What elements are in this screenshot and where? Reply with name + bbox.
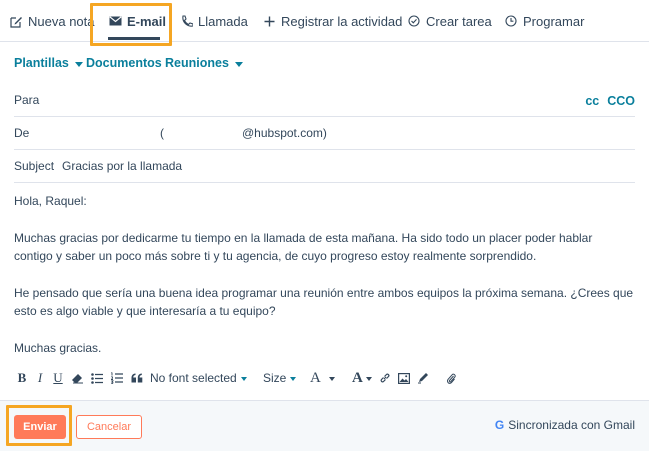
font-select-value: No font selected xyxy=(150,371,237,385)
check-circle-icon xyxy=(406,13,422,29)
send-button[interactable]: Enviar xyxy=(14,415,66,439)
tab-label: Programar xyxy=(523,13,585,29)
envelope-icon xyxy=(108,13,123,29)
chevron-down-icon xyxy=(234,61,243,67)
email-subbar: Plantillas Documentos Reuniones xyxy=(0,50,649,78)
clear-formatting-button[interactable] xyxy=(416,368,430,388)
documents-link[interactable]: Documentos xyxy=(86,56,162,70)
email-greeting: Hola, Raquel: xyxy=(14,194,87,208)
font-family-button[interactable]: A xyxy=(310,368,335,388)
email-paragraph: Muchas gracias por dedicarme tu tiempo e… xyxy=(14,231,593,263)
plus-icon xyxy=(261,13,277,29)
blockquote-button[interactable] xyxy=(130,368,144,388)
bullet-list-button[interactable] xyxy=(90,368,104,388)
attach-file-button[interactable] xyxy=(444,368,458,388)
eraser-icon xyxy=(71,373,84,384)
subject-input[interactable]: Gracias por la llamada xyxy=(62,159,182,173)
cancel-button[interactable]: Cancelar xyxy=(76,415,142,439)
text-color-glyph: A xyxy=(352,369,363,386)
tab-create-task[interactable]: Crear tarea xyxy=(406,0,492,42)
underline-button[interactable]: U xyxy=(52,368,64,388)
tab-email[interactable]: E-mail xyxy=(102,0,166,42)
size-select[interactable]: Size xyxy=(263,368,297,388)
bullet-list-icon xyxy=(90,372,104,384)
tab-new-note[interactable]: Nueva nota xyxy=(8,0,95,42)
link-icon xyxy=(379,372,391,384)
from-label: De xyxy=(14,126,30,140)
size-select-value: Size xyxy=(263,371,287,385)
font-color-glyph: A xyxy=(310,369,321,386)
chevron-down-icon xyxy=(365,376,372,381)
active-tab-indicator xyxy=(108,37,160,40)
image-icon xyxy=(398,372,410,384)
chevron-down-icon xyxy=(290,376,297,381)
cc-link[interactable]: cc xyxy=(585,94,599,108)
from-open-paren: ( xyxy=(160,126,164,140)
font-select[interactable]: No font selected xyxy=(150,368,247,388)
tab-log-activity[interactable]: Registrar la actividad xyxy=(261,0,402,42)
to-field[interactable]: Para cc CCO xyxy=(14,84,635,117)
cc-bcc-links: cc CCO xyxy=(585,84,635,117)
numbered-list-button[interactable] xyxy=(110,368,124,388)
phone-icon xyxy=(178,13,194,29)
chevron-down-icon xyxy=(328,376,335,381)
bcc-link[interactable]: CCO xyxy=(607,94,635,108)
insert-image-button[interactable] xyxy=(397,368,411,388)
chevron-down-icon xyxy=(240,376,247,381)
formatting-toolbar: B I U No font selected Size A A xyxy=(14,368,484,388)
meetings-label: Reuniones xyxy=(165,56,229,70)
gmail-sync-label: Sincronizada con Gmail xyxy=(508,418,635,432)
to-label: Para xyxy=(14,93,40,107)
templates-label: Plantillas xyxy=(14,56,69,70)
tab-label: Registrar la actividad xyxy=(281,13,403,29)
subject-field[interactable]: Subject Gracias por la llamada xyxy=(14,150,635,183)
from-email: @hubspot.com) xyxy=(242,126,327,140)
email-paragraph: He pensado que sería una buena idea prog… xyxy=(14,286,634,318)
gmail-sync-status: G Sincronizada con Gmail xyxy=(495,418,635,432)
templates-dropdown[interactable]: Plantillas xyxy=(14,56,83,70)
chevron-down-icon xyxy=(74,61,83,67)
subject-label: Subject xyxy=(14,159,55,173)
email-closing: Muchas gracias. xyxy=(14,341,102,355)
strikethrough-button[interactable] xyxy=(70,368,84,388)
tab-label: Llamada xyxy=(198,13,248,29)
tab-schedule[interactable]: Programar xyxy=(503,0,584,42)
tab-label: E-mail xyxy=(126,13,166,29)
numbered-list-icon xyxy=(110,372,124,384)
text-color-button[interactable]: A xyxy=(352,368,372,388)
tab-label: Crear tarea xyxy=(426,13,492,29)
activity-tabs: Nueva nota E-mail Llamada Registrar la a… xyxy=(0,0,649,42)
quote-icon xyxy=(131,373,143,383)
from-field[interactable]: De ( @hubspot.com) xyxy=(14,117,635,150)
insert-link-button[interactable] xyxy=(378,368,392,388)
edit-icon xyxy=(8,13,24,29)
italic-button[interactable]: I xyxy=(34,368,46,388)
meetings-dropdown[interactable]: Reuniones xyxy=(165,56,243,70)
google-logo-icon: G xyxy=(494,418,505,432)
pen-icon xyxy=(417,372,429,384)
email-body-editor[interactable]: Hola, Raquel: Muchas gracias por dedicar… xyxy=(14,192,634,357)
tab-call[interactable]: Llamada xyxy=(178,0,248,42)
clock-icon xyxy=(503,13,519,29)
composer-footer: Enviar Cancelar G Sincronizada con Gmail xyxy=(0,400,649,451)
paperclip-icon xyxy=(446,372,456,385)
tab-label: Nueva nota xyxy=(28,13,95,29)
bold-button[interactable]: B xyxy=(16,368,28,388)
documents-label: Documentos xyxy=(86,56,162,70)
